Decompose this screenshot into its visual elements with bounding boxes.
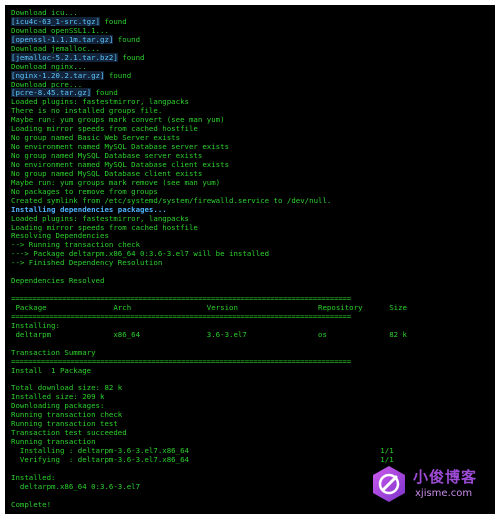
line-text: deltarpm x86_64 3.6-3.el7 os 82 k bbox=[11, 329, 408, 339]
xjisme-logo-icon bbox=[373, 466, 405, 502]
terminal-output: Download icu... [icu4c-63_1-src.tgz] foun… bbox=[11, 8, 489, 510]
line-suffix: found bbox=[91, 88, 118, 98]
line-text: Transaction test succeeded bbox=[11, 428, 127, 438]
line-text: No environment named MySQL Database serv… bbox=[11, 142, 230, 152]
line-text: Downloading packages: bbox=[11, 401, 105, 411]
line-text: Running transaction test bbox=[11, 419, 118, 429]
package-filename: [pcre-8.45.tar.gz] bbox=[11, 88, 92, 98]
line-text: ========================================… bbox=[11, 356, 351, 366]
line-text: No group named Basic Web Server exists bbox=[11, 133, 181, 143]
terminal-line: Dependencies Resolved bbox=[11, 276, 489, 286]
watermark-title: 小俊博客 bbox=[413, 468, 478, 486]
terminal-line: deltarpm x86_64 3.6-3.el7 os 82 k bbox=[11, 329, 489, 340]
line-text: Package Arch Version Repository Size bbox=[11, 302, 408, 312]
line-suffix: found bbox=[113, 34, 141, 44]
line-text: Install 1 Package bbox=[11, 365, 92, 375]
watermark: 小俊博客 xjisme.com bbox=[369, 462, 481, 506]
line-text: Download icu... bbox=[11, 8, 78, 17]
package-filename: [jemalloc-5.2.1.tar.bz2] bbox=[11, 52, 118, 62]
line-text: No environment named MySQL Database clie… bbox=[11, 159, 230, 169]
line-text: Download pcre... bbox=[11, 79, 83, 89]
line-text: Resolving Dependencies bbox=[11, 231, 109, 241]
terminal-window[interactable]: Download icu... [icu4c-63_1-src.tgz] foun… bbox=[5, 5, 495, 514]
line-text: Running transaction bbox=[11, 437, 96, 446]
line-text: Installing: bbox=[11, 320, 60, 330]
line-text: No packages to remove from groups bbox=[11, 186, 158, 196]
line-text: ========================================… bbox=[11, 294, 351, 303]
package-filename: [icu4c-63_1-src.tgz] bbox=[11, 16, 100, 26]
watermark-url: xjisme.com bbox=[415, 488, 473, 499]
line-text: No group named MySQL Database server exi… bbox=[11, 151, 203, 160]
line-text: There is no installed groups file. bbox=[11, 106, 163, 116]
line-text: Installed: bbox=[11, 472, 56, 482]
line-text: Maybe run: yum groups mark remove (see m… bbox=[11, 177, 221, 187]
terminal-line: [nginx-1.20.2.tar.gz] found bbox=[11, 70, 489, 81]
line-text: Loading mirror speeds from cached hostfi… bbox=[11, 222, 198, 232]
line-suffix: found bbox=[104, 70, 132, 80]
line-text: Installing : deltarpm-3.6-3.el7.x86_64 1… bbox=[11, 445, 394, 455]
line-text: ---> Package deltarpm.x86_64 0:3.6-3.el7… bbox=[11, 249, 270, 259]
line-text: No group named MySQL Database client exi… bbox=[11, 168, 203, 178]
line-text: Download jemalloc... bbox=[11, 43, 100, 53]
line-text: Maybe run: yum groups mark convert (see … bbox=[11, 115, 225, 125]
line-text: Verifying : deltarpm-3.6-3.el7.x86_64 1/… bbox=[11, 454, 394, 464]
line-text: --> Finished Dependency Resolution bbox=[11, 258, 163, 268]
line-text: Created symlink from /etc/systemd/system… bbox=[11, 195, 332, 205]
line-text: Complete! bbox=[11, 499, 52, 509]
package-filename: [openssl-1.1.1m.tar.gz] bbox=[11, 34, 114, 44]
line-text: Running transaction check bbox=[11, 410, 123, 420]
line-text: Loaded plugins: fastestmirror, langpacks bbox=[11, 97, 189, 107]
line-text: --> Running transaction check bbox=[11, 240, 141, 250]
line-text: Loaded plugins: fastestmirror, langpacks bbox=[11, 213, 189, 223]
line-text: Installed size: 209 k bbox=[11, 392, 105, 402]
line-text: Loading mirror speeds from cached hostfi… bbox=[11, 124, 198, 134]
line-text: Download openSSL1.1... bbox=[11, 25, 109, 35]
terminal-line: --> Finished Dependency Resolution bbox=[11, 258, 489, 268]
line-suffix: found bbox=[117, 52, 145, 62]
terminal-line: Install 1 Package bbox=[11, 365, 489, 376]
package-filename: [nginx-1.20.2.tar.gz] bbox=[11, 70, 105, 80]
status-message: Installing dependencies packages... bbox=[11, 204, 167, 214]
terminal-line: ========================================… bbox=[11, 311, 489, 322]
line-text: Download nginx... bbox=[11, 61, 87, 71]
line-text: Total download size: 82 k bbox=[11, 383, 123, 393]
line-suffix: found bbox=[100, 16, 127, 26]
line-text: ========================================… bbox=[11, 311, 351, 321]
line-text: Dependencies Resolved bbox=[11, 276, 105, 286]
line-text: deltarpm.x86_64 0:3.6-3.el7 bbox=[11, 481, 141, 491]
line-text: Transaction Summary bbox=[11, 347, 96, 357]
